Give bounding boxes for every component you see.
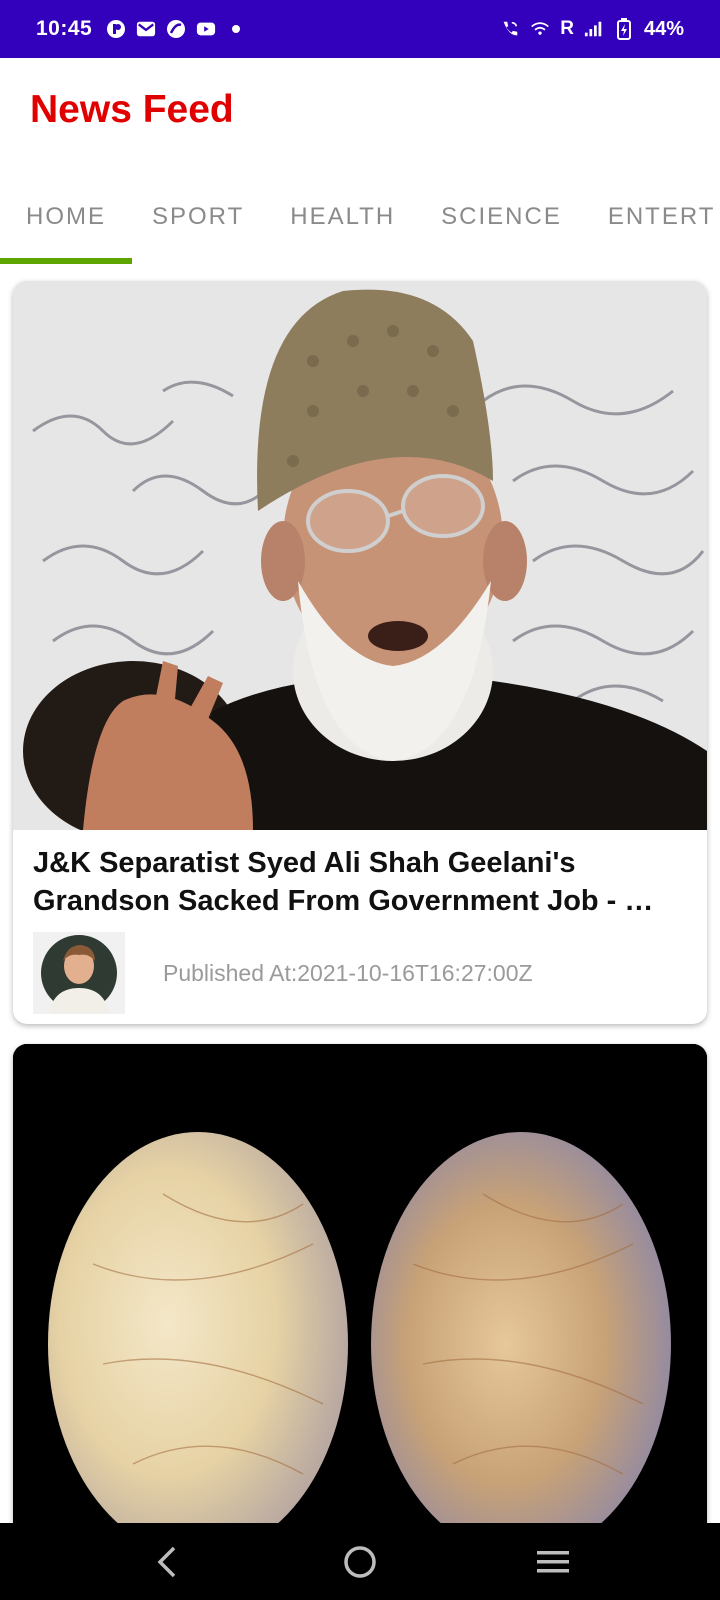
status-notification-icons bbox=[106, 19, 246, 39]
category-tabs: HOME SPORT HEALTH SCIENCE ENTERT bbox=[0, 170, 720, 264]
published-label: Published At: bbox=[163, 959, 298, 986]
app-title: News Feed bbox=[30, 88, 234, 131]
avatar bbox=[33, 932, 125, 1014]
published-date: Published At:2021-10-16T16:27:00Z bbox=[163, 960, 533, 987]
app-bar: News Feed bbox=[0, 58, 720, 170]
carrier-label: R bbox=[560, 18, 574, 39]
status-system-icons: R 44% bbox=[500, 18, 684, 41]
gmail-icon bbox=[136, 19, 156, 39]
news-feed[interactable]: J&K Separatist Syed Ali Shah Geelani's G… bbox=[0, 264, 720, 1523]
tab-entertainment[interactable]: ENTERT bbox=[608, 203, 716, 231]
back-icon[interactable] bbox=[137, 1532, 197, 1592]
published-value: 2021-10-16T16:27:00Z bbox=[297, 959, 533, 986]
tab-sport[interactable]: SPORT bbox=[152, 203, 244, 231]
wifi-icon bbox=[530, 19, 550, 39]
article-meta: Published At:2021-10-16T16:27:00Z bbox=[13, 922, 707, 1014]
screen: 10:45 R 44% News Feed HOME SPORT HEALTH … bbox=[0, 0, 720, 1600]
status-bar: 10:45 R 44% bbox=[0, 0, 720, 58]
dot-icon bbox=[226, 19, 246, 39]
tab-home[interactable]: HOME bbox=[26, 203, 106, 231]
cleaner-icon bbox=[166, 19, 186, 39]
article-card[interactable]: J&K Separatist Syed Ali Shah Geelani's G… bbox=[13, 281, 707, 1024]
article-image[interactable] bbox=[13, 281, 707, 830]
tab-science[interactable]: SCIENCE bbox=[441, 203, 562, 231]
signal-icon bbox=[584, 19, 604, 39]
battery-icon bbox=[614, 18, 634, 40]
youtube-icon bbox=[196, 19, 216, 39]
navigation-bar bbox=[0, 1523, 720, 1600]
recents-icon[interactable] bbox=[523, 1532, 583, 1592]
article-card[interactable] bbox=[13, 1044, 707, 1523]
status-time: 10:45 bbox=[36, 17, 93, 40]
tab-health[interactable]: HEALTH bbox=[290, 203, 395, 231]
article-headline[interactable]: J&K Separatist Syed Ali Shah Geelani's G… bbox=[13, 830, 707, 922]
home-icon[interactable] bbox=[330, 1532, 390, 1592]
wifi-calling-icon bbox=[500, 19, 520, 39]
battery-percentage: 44% bbox=[643, 17, 684, 40]
app-notification-icon bbox=[106, 19, 126, 39]
article-image[interactable] bbox=[13, 1044, 707, 1523]
